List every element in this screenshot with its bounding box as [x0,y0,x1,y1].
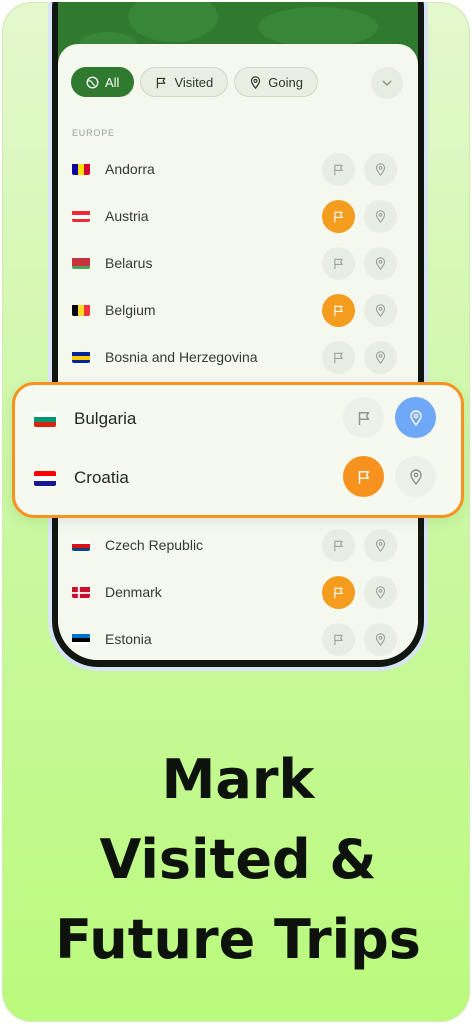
country-row[interactable]: Belgium [58,288,418,335]
country-flag-icon [72,586,90,598]
mark-visited-button[interactable] [322,529,355,562]
country-flag-icon [72,351,90,363]
country-name: Denmark [105,584,162,600]
country-flag-icon [34,471,56,486]
country-flag-icon [34,412,56,427]
pin-icon [375,210,386,223]
pin-icon [251,75,261,89]
country-name: Belgium [105,302,156,318]
country-row[interactable]: Andorra [58,147,418,194]
marketing-headline: Mark Visited & Future Trips [2,740,470,980]
country-flag-icon [72,210,90,222]
mark-going-button[interactable] [395,456,436,497]
filter-chip-going[interactable]: Going [234,67,318,97]
mark-going-button[interactable] [364,623,397,656]
mark-visited-button[interactable] [322,200,355,233]
mark-going-button[interactable] [364,153,397,186]
pin-icon [375,351,386,364]
filter-chip-label: Visited [174,74,214,90]
flag-icon [334,305,343,317]
mark-visited-button[interactable] [322,576,355,609]
pin-icon [409,409,422,426]
country-flag-icon [72,163,90,175]
country-flag-icon [72,539,90,551]
mark-going-button[interactable] [395,397,436,438]
highlighted-country-row[interactable]: Bulgaria [15,390,461,450]
flag-icon [334,258,343,270]
collapse-button[interactable] [371,67,403,99]
flag-icon [358,470,369,484]
highlighted-country-row[interactable]: Croatia [15,449,461,509]
mark-going-button[interactable] [364,247,397,280]
filter-chip-visited[interactable]: Visited [140,67,229,97]
phone-screen: All Visited Going EUROPE Andorra Austria B… [58,2,418,660]
pin-icon [375,304,386,317]
country-name: Bulgaria [74,409,137,428]
mark-visited-button[interactable] [322,623,355,656]
country-row[interactable]: Czech Republic [58,523,418,570]
flag-icon [334,352,343,364]
country-row[interactable]: Bosnia and Herzegovina [58,335,418,382]
filter-chip-label: Going [268,74,303,90]
country-name: Austria [105,208,149,224]
highlighted-countries-card: Bulgaria Croatia [12,382,464,518]
mark-going-button[interactable] [364,200,397,233]
mark-visited-button[interactable] [322,247,355,280]
mark-going-button[interactable] [364,341,397,374]
pin-icon [375,257,386,270]
flag-icon [334,540,343,552]
country-row[interactable]: Estonia [58,617,418,660]
mark-visited-button[interactable] [343,456,384,497]
globe-icon [86,76,99,88]
flag-icon [358,411,369,425]
mark-visited-button[interactable] [322,294,355,327]
section-header: EUROPE [72,128,115,138]
mark-going-button[interactable] [364,576,397,609]
filter-chip-all[interactable]: All [71,67,135,97]
mark-visited-button[interactable] [322,153,355,186]
headline-line-2: Visited & [99,828,377,891]
headline-line-1: Mark [161,748,315,811]
chevron-down-icon [382,80,392,87]
pin-icon [375,163,386,176]
country-name: Bosnia and Herzegovina [105,349,258,365]
pin-icon [375,633,386,646]
headline-line-3: Future Trips [55,908,421,971]
mark-visited-button[interactable] [322,341,355,374]
country-name: Andorra [105,161,155,177]
country-flag-icon [72,633,90,645]
pin-icon [375,586,386,599]
mark-visited-button[interactable] [343,397,384,438]
flag-icon [334,211,343,223]
pin-icon [375,539,386,552]
country-name: Croatia [74,468,129,487]
filter-chip-label: All [105,74,120,90]
background-card: All Visited Going EUROPE Andorra Austria B… [2,2,470,1022]
country-row[interactable]: Denmark [58,570,418,617]
flag-icon [334,164,343,176]
flag-icon [334,587,343,599]
country-name: Czech Republic [105,537,204,553]
country-row[interactable]: Belarus [58,241,418,288]
country-flag-icon [72,304,90,316]
mark-going-button[interactable] [364,529,397,562]
country-row[interactable]: Austria [58,194,418,241]
filter-chips: All Visited Going [71,67,318,97]
country-flag-icon [72,257,90,269]
mark-going-button[interactable] [364,294,397,327]
flag-icon [334,634,343,646]
pin-icon [409,468,422,485]
country-list-sheet: All Visited Going EUROPE Andorra Austria B… [58,44,418,660]
flag-icon [157,77,166,88]
country-name: Estonia [105,631,152,647]
country-name: Belarus [105,255,153,271]
